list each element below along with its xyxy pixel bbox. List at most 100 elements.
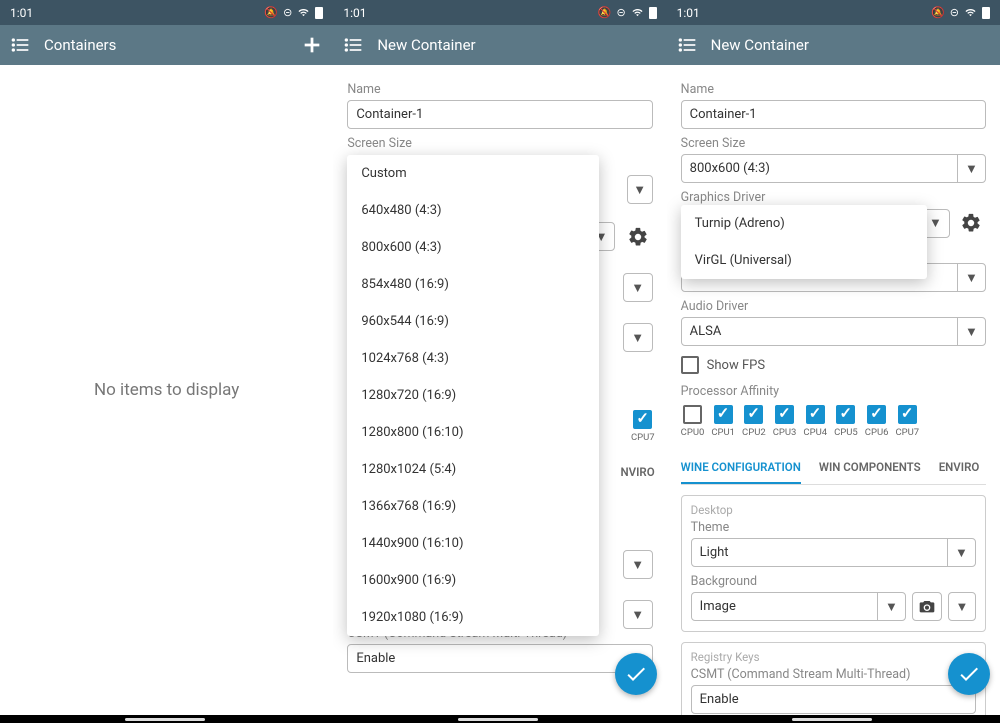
cpu-label: CPU6 <box>865 427 889 438</box>
name-input[interactable]: Container-1 <box>347 100 652 129</box>
cpu-checkbox[interactable] <box>806 405 825 424</box>
camera-button[interactable] <box>912 592 942 621</box>
cpu-item[interactable]: CPU6 <box>865 405 889 438</box>
cpu-label: CPU0 <box>681 427 705 438</box>
cpu-item[interactable]: CPU0 <box>681 405 705 438</box>
cpu-checkbox[interactable] <box>775 405 794 424</box>
clock: 1:01 <box>10 6 33 20</box>
app-bar: Containers <box>0 25 333 65</box>
cpu-label: CPU5 <box>834 427 858 438</box>
label-csmt: CSMT (Command Stream Multi-Thread) <box>691 667 976 682</box>
clock: 1:01 <box>677 6 700 20</box>
content-area: No items to display <box>0 65 333 715</box>
name-input[interactable]: Container-1 <box>681 100 986 129</box>
screen-size-option[interactable]: Custom <box>347 155 599 192</box>
label-graphics-driver: Graphics Driver <box>681 190 986 205</box>
menu-icon[interactable] <box>10 35 30 55</box>
cpu-item[interactable]: CPU7 <box>895 405 919 438</box>
screen-size-option[interactable]: 854x480 (16:9) <box>347 266 599 303</box>
name-value: Container-1 <box>690 107 757 122</box>
cpu-checkbox[interactable] <box>898 405 917 424</box>
show-fps-row[interactable]: Show FPS <box>681 356 986 374</box>
graphics-gear-partial <box>623 222 653 252</box>
label-screen-size: Screen Size <box>347 136 652 151</box>
menu-icon[interactable] <box>343 35 363 55</box>
screen-size-value: 800x600 (4:3) <box>682 161 957 176</box>
screen-size-option[interactable]: 1280x720 (16:9) <box>347 377 599 414</box>
status-bar: 1:01 🔕⊝ <box>333 0 666 25</box>
screen-size-dropdown[interactable]: Custom640x480 (4:3)800x600 (4:3)854x480 … <box>347 155 599 636</box>
screen-size-option[interactable]: 960x544 (16:9) <box>347 303 599 340</box>
screen-size-option[interactable]: 1920x1080 (16:9) <box>347 599 599 636</box>
status-icons: 🔕⊝ <box>264 6 323 19</box>
label-name: Name <box>347 82 652 97</box>
cpu-checkbox[interactable] <box>683 405 702 424</box>
background-extra-select[interactable]: ▼ <box>948 592 976 621</box>
cpu7-label: CPU7 <box>631 432 655 443</box>
cpu-item[interactable]: CPU2 <box>742 405 766 438</box>
system-nav-bar <box>0 715 1000 723</box>
status-icons: 🔕⊝ <box>931 6 990 19</box>
cpu-label: CPU4 <box>803 427 827 438</box>
theme-chev-partial[interactable]: ▼ <box>623 550 653 579</box>
cpu-item[interactable]: CPU5 <box>834 405 858 438</box>
confirm-button[interactable] <box>615 653 657 695</box>
content-area: Name Container-1 Screen Size ▼ ▼ ▼ <box>333 65 666 715</box>
add-button[interactable] <box>301 34 323 56</box>
screen-size-chevron[interactable]: ▼ <box>627 175 653 204</box>
graphics-driver-option[interactable]: Turnip (Adreno) <box>681 205 927 242</box>
screen-size-option[interactable]: 1280x1024 (5:4) <box>347 451 599 488</box>
chevron-down-icon: ▼ <box>947 539 975 566</box>
tab-enviro[interactable]: ENVIRO <box>939 452 980 484</box>
audio-driver-select[interactable]: ALSA ▼ <box>681 317 986 346</box>
screen-size-option[interactable]: 1280x800 (16:10) <box>347 414 599 451</box>
cpu-item[interactable]: CPU4 <box>803 405 827 438</box>
screen-size-option[interactable]: 1366x768 (16:9) <box>347 488 599 525</box>
screen-size-option[interactable]: 1440x900 (16:10) <box>347 525 599 562</box>
dx-select-chev[interactable]: ▼ <box>623 273 653 302</box>
audio-driver-value: ALSA <box>682 324 957 339</box>
graphics-driver-option[interactable]: VirGL (Universal) <box>681 242 927 279</box>
gear-icon[interactable] <box>623 222 653 252</box>
screen-size-option[interactable]: 640x480 (4:3) <box>347 192 599 229</box>
label-theme: Theme <box>691 520 976 535</box>
theme-value: Light <box>692 545 947 560</box>
status-bar: 1:01 🔕⊝ <box>667 0 1000 25</box>
screen-size-option[interactable]: 800x600 (4:3) <box>347 229 599 266</box>
tab-win-components[interactable]: WIN COMPONENTS <box>819 452 921 484</box>
screen-size-option[interactable]: 1600x900 (16:9) <box>347 562 599 599</box>
graphics-driver-dropdown[interactable]: Turnip (Adreno)VirGL (Universal) <box>681 205 927 279</box>
theme-select[interactable]: Light ▼ <box>691 538 976 567</box>
background-select[interactable]: Image ▼ <box>691 592 906 621</box>
menu-icon[interactable] <box>677 35 697 55</box>
cpu-checkbox[interactable] <box>714 405 733 424</box>
cpu7-item[interactable]: CPU7 <box>631 410 655 443</box>
cpu-item[interactable]: CPU1 <box>711 405 735 438</box>
tab-enviro-partial[interactable]: NVIRO <box>621 465 655 479</box>
background-value: Image <box>692 599 877 614</box>
cpu-checkbox[interactable] <box>744 405 763 424</box>
label-name: Name <box>681 82 986 97</box>
screen-size-option[interactable]: 1024x768 (4:3) <box>347 340 599 377</box>
audio-select-chev[interactable]: ▼ <box>623 323 653 352</box>
cpu-label: CPU3 <box>773 427 797 438</box>
gear-icon[interactable] <box>956 208 986 238</box>
show-fps-checkbox[interactable] <box>681 356 699 374</box>
tab-wine-configuration[interactable]: WINE CONFIGURATION <box>681 452 801 484</box>
confirm-button[interactable] <box>948 653 990 695</box>
label-processor-affinity: Processor Affinity <box>681 384 986 399</box>
screen-new-container-size: 1:01 🔕⊝ New Container Name Container-1 S… <box>333 0 666 715</box>
content-area: Name Container-1 Screen Size 800x600 (4:… <box>667 65 1000 715</box>
csmt-select[interactable]: Enable <box>347 644 652 673</box>
app-bar: New Container <box>667 25 1000 65</box>
cpu-checkbox[interactable] <box>836 405 855 424</box>
page-title: New Container <box>377 36 656 54</box>
chevron-down-icon: ▼ <box>949 593 975 620</box>
cpu-item[interactable]: CPU3 <box>773 405 797 438</box>
chevron-down-icon: ▼ <box>877 593 905 620</box>
status-bar: 1:01 🔕⊝ <box>0 0 333 25</box>
csmt-value: Enable <box>692 692 975 707</box>
screen-size-select[interactable]: 800x600 (4:3) ▼ <box>681 154 986 183</box>
cpu-checkbox[interactable] <box>867 405 886 424</box>
csmt-select[interactable]: Enable <box>691 685 976 714</box>
